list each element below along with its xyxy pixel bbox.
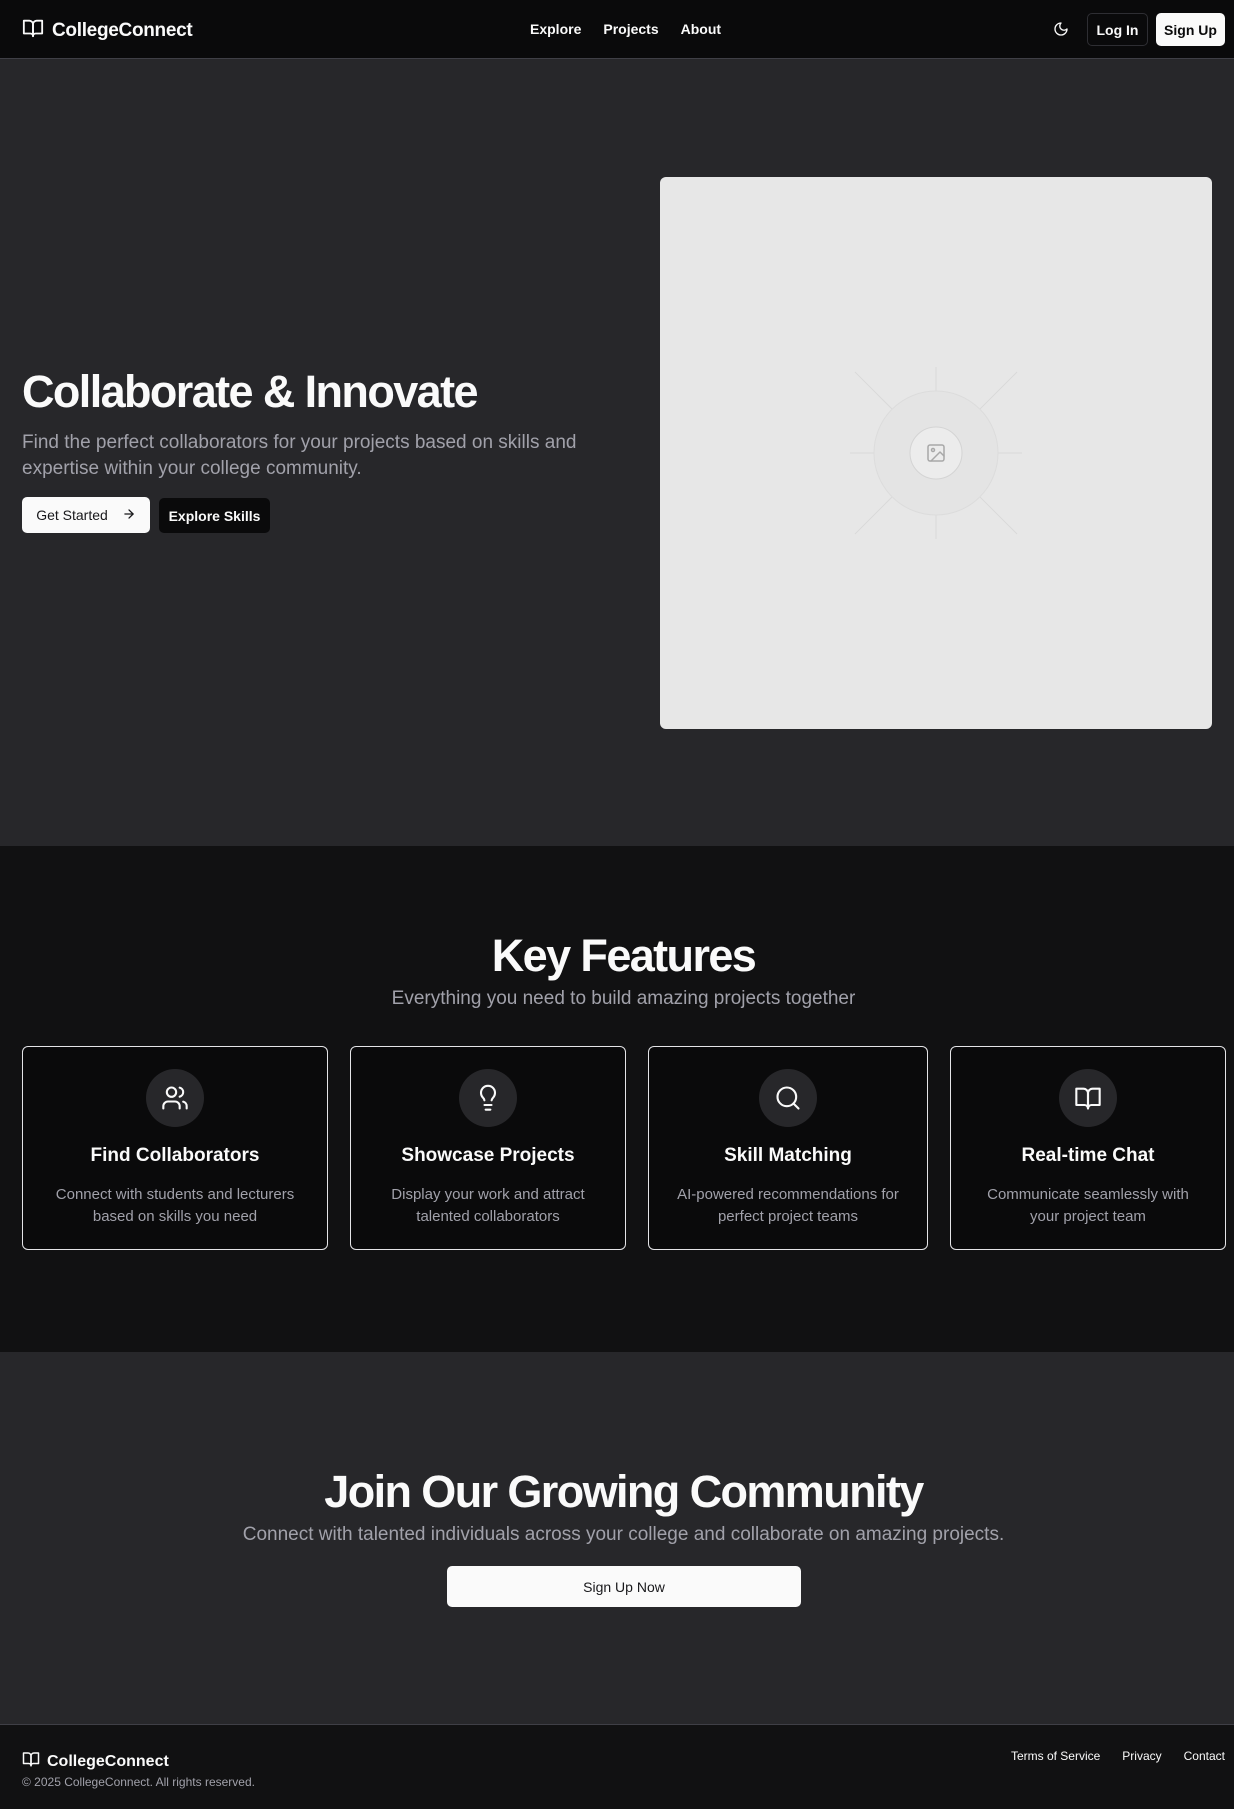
hero-image-placeholder — [660, 177, 1212, 729]
footer-brand[interactable]: CollegeConnect — [22, 1750, 169, 1773]
hero-title: Collaborate & Innovate — [22, 366, 478, 417]
login-button[interactable]: Log In — [1087, 13, 1148, 46]
feature-card-realtime-chat: Real-time Chat Communicate seamlessly wi… — [950, 1046, 1226, 1250]
users-icon — [146, 1069, 204, 1127]
community-section: Join Our Growing Community Connect with … — [0, 1352, 1234, 1724]
footer-link-terms[interactable]: Terms of Service — [1011, 1749, 1100, 1763]
footer-link-contact[interactable]: Contact — [1184, 1749, 1225, 1763]
nav-link-explore[interactable]: Explore — [530, 21, 581, 37]
feature-description: Display your work and attract talented c… — [391, 1186, 585, 1225]
brand-logo[interactable]: CollegeConnect — [22, 17, 193, 44]
signup-button[interactable]: Sign Up — [1156, 13, 1225, 46]
footer-links: Terms of Service Privacy Contact — [1011, 1749, 1225, 1763]
footer-brand-name: CollegeConnect — [47, 1752, 169, 1770]
feature-title: Real-time Chat — [1021, 1145, 1155, 1166]
feature-description: Connect with students and lecturers base… — [55, 1186, 295, 1225]
signup-now-button[interactable]: Sign Up Now — [447, 1566, 801, 1607]
feature-title: Showcase Projects — [401, 1145, 575, 1166]
moon-icon — [1053, 21, 1069, 42]
book-open-icon — [22, 17, 44, 44]
image-placeholder-graphic — [850, 367, 1022, 539]
feature-card-skill-matching: Skill Matching AI-powered recommendation… — [648, 1046, 928, 1250]
hero-section: Collaborate & Innovate Find the perfect … — [0, 60, 1234, 846]
theme-toggle-button[interactable] — [1050, 20, 1072, 42]
lightbulb-icon — [459, 1069, 517, 1127]
features-title: Key Features — [491, 930, 757, 981]
explore-skills-button[interactable]: Explore Skills — [159, 498, 270, 533]
copyright-text: © 2025 CollegeConnect. All rights reserv… — [22, 1775, 255, 1789]
search-icon — [759, 1069, 817, 1127]
community-title: Join Our Growing Community — [324, 1466, 924, 1517]
get-started-label: Get Started — [36, 507, 108, 523]
community-subtitle: Connect with talented individuals across… — [242, 1524, 1005, 1545]
book-open-icon — [22, 1750, 40, 1773]
feature-card-showcase-projects: Showcase Projects Display your work and … — [350, 1046, 626, 1250]
features-subtitle: Everything you need to build amazing pro… — [391, 988, 856, 1009]
book-open-icon — [1059, 1069, 1117, 1127]
nav-link-about[interactable]: About — [681, 21, 721, 37]
feature-title: Find Collaborators — [90, 1145, 260, 1166]
nav-links: Explore Projects About — [530, 21, 721, 37]
feature-card-find-collaborators: Find Collaborators Connect with students… — [22, 1046, 328, 1250]
brand-name: CollegeConnect — [52, 19, 193, 41]
feature-description: Communicate seamlessly with your project… — [987, 1186, 1189, 1225]
top-nav: CollegeConnect Explore Projects About Lo… — [0, 0, 1234, 59]
get-started-button[interactable]: Get Started — [22, 497, 150, 533]
hero-subtitle: Find the perfect collaborators for your … — [22, 432, 577, 479]
feature-description: AI-powered recommendations for perfect p… — [677, 1186, 899, 1225]
features-section: Key Features Everything you need to buil… — [0, 846, 1234, 1352]
footer: CollegeConnect © 2025 CollegeConnect. Al… — [0, 1724, 1234, 1809]
footer-link-privacy[interactable]: Privacy — [1122, 1749, 1161, 1763]
feature-title: Skill Matching — [724, 1145, 852, 1166]
arrow-right-icon — [122, 507, 136, 524]
nav-link-projects[interactable]: Projects — [603, 21, 658, 37]
